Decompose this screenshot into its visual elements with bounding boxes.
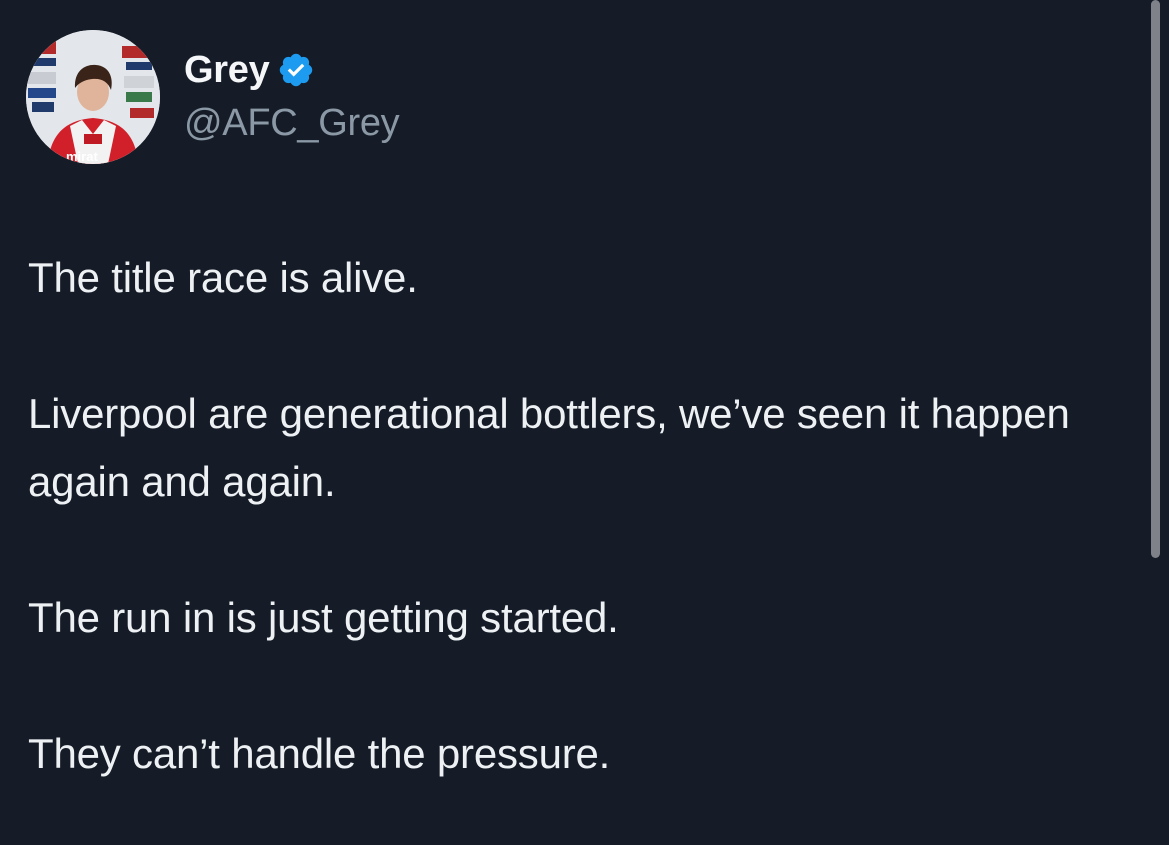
svg-text:mirat: mirat — [66, 149, 98, 164]
verified-badge-icon — [277, 51, 315, 89]
tweet-paragraph: The run in is just getting started. — [28, 594, 619, 641]
tweet-paragraph: The title race is alive. — [28, 254, 418, 301]
scrollbar[interactable] — [1151, 0, 1160, 558]
user-handle[interactable]: @AFC_Grey — [184, 102, 400, 145]
display-name[interactable]: Grey — [184, 49, 270, 92]
avatar-image: mirat — [26, 30, 160, 164]
tweet-text: The title race is alive. Liverpool are g… — [28, 244, 1138, 788]
name-row: Grey — [184, 48, 315, 92]
profile-avatar[interactable]: mirat — [26, 30, 160, 164]
tweet: mirat Grey @AFC_Grey The title race is a… — [0, 0, 1169, 845]
tweet-paragraph: They can’t handle the pressure. — [28, 730, 611, 777]
tweet-paragraph: Liverpool are generational bottlers, we’… — [28, 390, 1070, 505]
